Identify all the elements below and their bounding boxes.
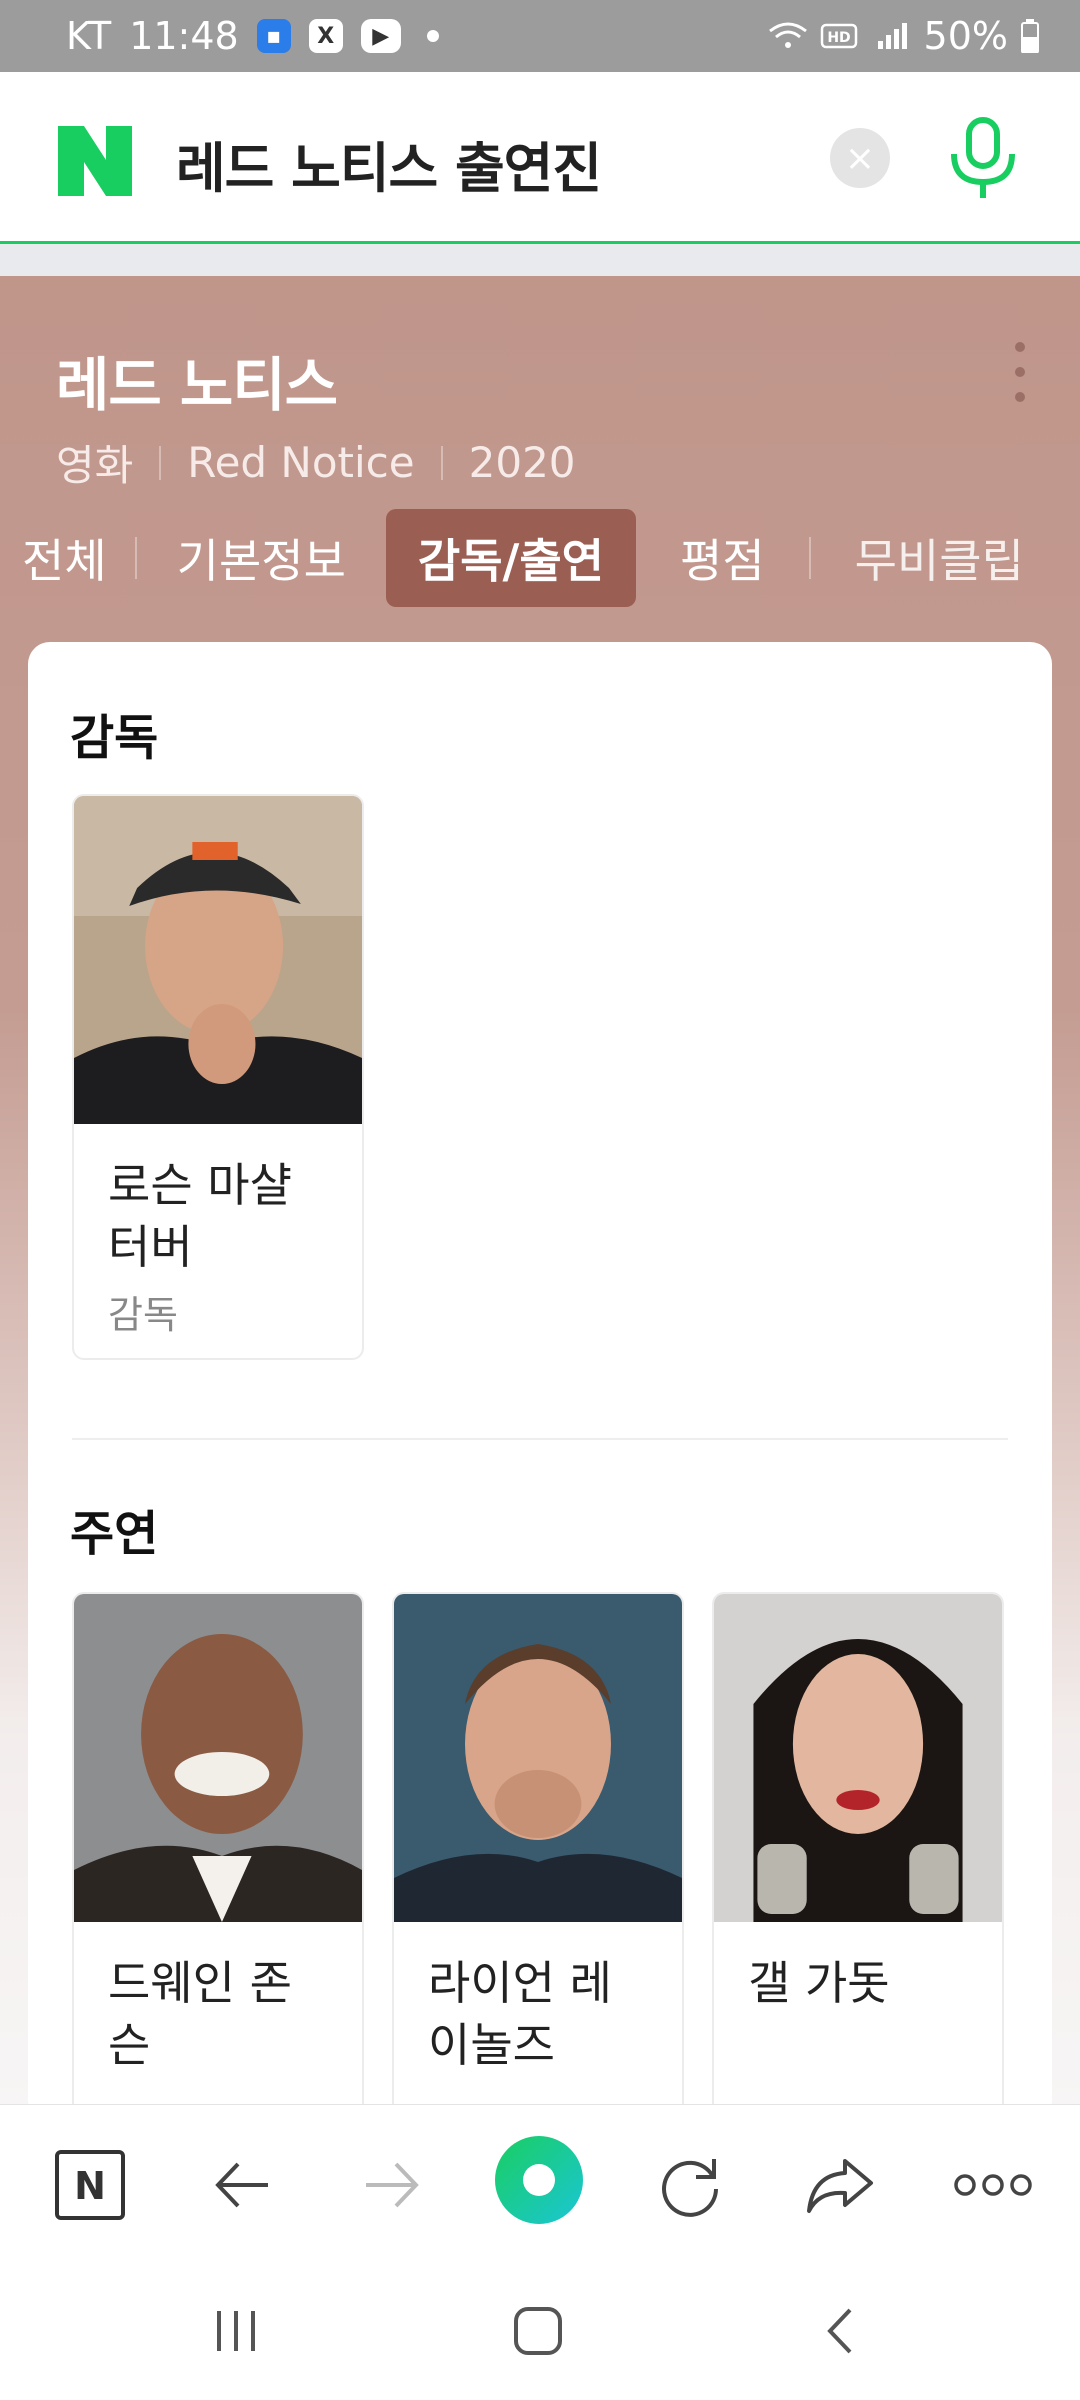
tab-movie-clip[interactable]: 무비클립 <box>811 509 1068 607</box>
svg-text:HD: HD <box>827 30 850 46</box>
cast-card[interactable]: 드웨인 존슨 <box>72 1592 364 2122</box>
movie-original-title: Red Notice <box>187 438 415 487</box>
cast-photo <box>74 1594 362 1922</box>
voice-search-icon[interactable] <box>946 116 1020 202</box>
battery-percent: 50% <box>923 14 1008 58</box>
header-divider <box>0 244 1080 276</box>
movie-year: 2020 <box>468 438 576 487</box>
tab-all[interactable]: 전체 <box>0 509 135 607</box>
refresh-icon[interactable] <box>650 2145 730 2225</box>
more-icon[interactable] <box>948 2145 1038 2225</box>
forward-arrow-icon[interactable] <box>352 2145 432 2225</box>
section-divider <box>72 1438 1008 1440</box>
naver-logo-icon[interactable] <box>58 126 132 196</box>
status-bar: KT 11:48 ▪ X ▶ HD 50% <box>0 0 1080 72</box>
back-arrow-icon[interactable] <box>202 2145 282 2225</box>
director-card[interactable]: 로슨 마샬 터버 감독 <box>72 794 364 1360</box>
lead-section-title: 주연 <box>70 1506 159 1562</box>
browser-toolbar: N <box>0 2104 1080 2254</box>
wifi-icon <box>768 22 807 48</box>
hd-icon: HD <box>820 23 857 49</box>
home-icon[interactable] <box>498 2296 578 2366</box>
carrier-label: KT <box>66 14 112 58</box>
close-icon: × <box>844 137 876 179</box>
battery-icon <box>1021 19 1039 53</box>
youtube-icon: ▶ <box>360 19 401 53</box>
system-nav-bar <box>0 2254 1080 2400</box>
tab-rating[interactable]: 평점 <box>636 509 809 607</box>
cast-photo <box>714 1594 1002 1922</box>
x-icon: X <box>308 19 343 53</box>
signal-icon <box>877 23 907 49</box>
cast-card[interactable]: 갤 가돗 <box>712 1592 1004 2122</box>
search-input[interactable]: 레드 노티스 출연진 <box>176 124 602 203</box>
tab-director-cast[interactable]: 감독/출연 <box>385 509 637 607</box>
movie-title[interactable]: 레드 노티스 <box>56 338 338 422</box>
svg-text:N: N <box>74 2164 106 2208</box>
director-role: 감독 <box>108 1293 178 1337</box>
director-section-title: 감독 <box>70 710 159 766</box>
tab-basic-info[interactable]: 기본정보 <box>137 509 386 607</box>
naver-home-icon[interactable]: N <box>50 2145 130 2225</box>
more-options-icon[interactable] <box>1010 342 1030 402</box>
director-name: 로슨 마샬 터버 <box>108 1158 292 1274</box>
movie-meta: 영화 Red Notice 2020 <box>56 432 576 493</box>
share-icon[interactable] <box>800 2145 880 2225</box>
search-header: 레드 노티스 출연진 × <box>0 72 1080 244</box>
cast-name: 드웨인 존슨 <box>108 1956 292 2072</box>
green-dot-icon[interactable] <box>494 2135 584 2225</box>
clear-search-button[interactable]: × <box>830 128 890 188</box>
director-photo <box>74 796 362 1124</box>
tab-bar: 전체 기본정보 감독/출연 평점 무비클립 <box>0 508 1080 608</box>
notification-dot-icon <box>426 30 439 42</box>
meta-separator <box>440 445 443 480</box>
cast-content-card: 감독 로슨 마샬 터버 감독 주연 드웨인 존슨 라이언 레이놀즈 갤 가돗 <box>28 642 1052 2122</box>
meta-separator <box>159 445 162 480</box>
folder-icon: ▪ <box>256 19 291 53</box>
cast-card[interactable]: 라이언 레이놀즈 <box>392 1592 684 2122</box>
recent-apps-icon[interactable] <box>196 2296 276 2366</box>
cast-photo <box>394 1594 682 1922</box>
movie-category: 영화 <box>56 441 134 490</box>
status-time: 11:48 <box>129 14 239 58</box>
back-icon[interactable] <box>800 2296 880 2366</box>
cast-name: 라이언 레이놀즈 <box>428 1956 612 2072</box>
cast-name: 갤 가돗 <box>748 1956 890 2010</box>
